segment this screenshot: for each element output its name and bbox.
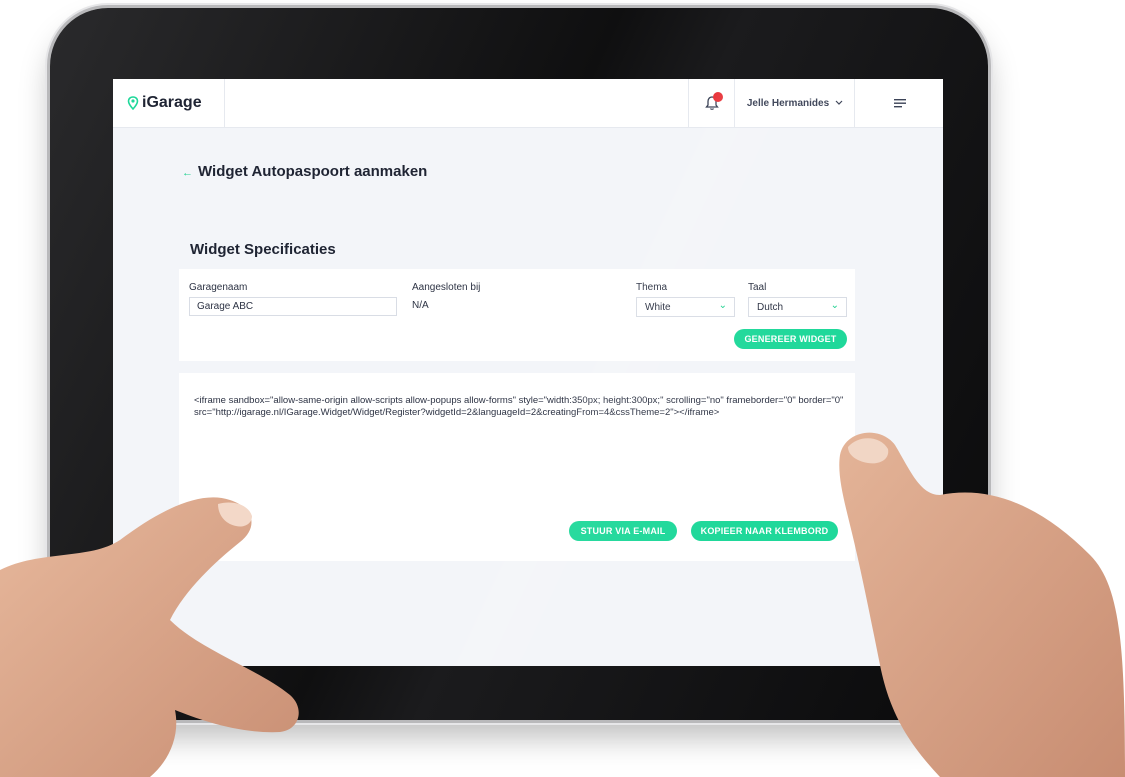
- theme-selected-value: White: [645, 302, 671, 313]
- generate-widget-button[interactable]: GENEREER WIDGET: [734, 329, 847, 349]
- left-hand-image: [0, 497, 299, 777]
- top-bar: iGarage Jelle Hermanides: [113, 79, 943, 128]
- connected-label: Aangesloten bij: [412, 282, 481, 293]
- notifications-button[interactable]: [688, 79, 735, 127]
- widget-specs-card: Garagenaam Aangesloten bij N/A Thema Whi…: [179, 269, 855, 361]
- language-select[interactable]: Dutch ⌄: [748, 297, 847, 317]
- garage-name-label: Garagenaam: [189, 282, 248, 293]
- connected-value: N/A: [412, 300, 429, 311]
- chevron-down-icon: ⌄: [830, 300, 839, 311]
- embed-code-text[interactable]: <iframe sandbox="allow-same-origin allow…: [194, 395, 844, 419]
- garage-name-input[interactable]: [189, 297, 397, 316]
- page-title-back-link[interactable]: ← Widget Autopaspoort aanmaken: [182, 163, 427, 180]
- logo[interactable]: iGarage: [113, 79, 225, 127]
- theme-label: Thema: [636, 282, 668, 293]
- theme-select[interactable]: White ⌄: [636, 297, 735, 317]
- user-name: Jelle Hermanides: [746, 97, 830, 109]
- send-email-button[interactable]: STUUR VIA E-MAIL: [569, 521, 677, 541]
- section-title: Widget Specificaties: [190, 241, 336, 258]
- right-hand-image: [839, 432, 1125, 777]
- language-selected-value: Dutch: [757, 302, 784, 313]
- chevron-down-icon: ⌄: [718, 300, 727, 311]
- page-title: Widget Autopaspoort aanmaken: [198, 163, 428, 180]
- notification-badge: [713, 92, 723, 102]
- hamburger-icon: [893, 99, 906, 108]
- language-label: Taal: [748, 282, 767, 293]
- chevron-down-icon: [835, 100, 843, 105]
- location-pin-icon: [127, 96, 139, 110]
- user-menu[interactable]: Jelle Hermanides: [734, 79, 855, 127]
- hamburger-menu-button[interactable]: [854, 79, 943, 127]
- logo-text: iGarage: [142, 94, 202, 111]
- back-arrow-icon[interactable]: ←: [182, 167, 193, 179]
